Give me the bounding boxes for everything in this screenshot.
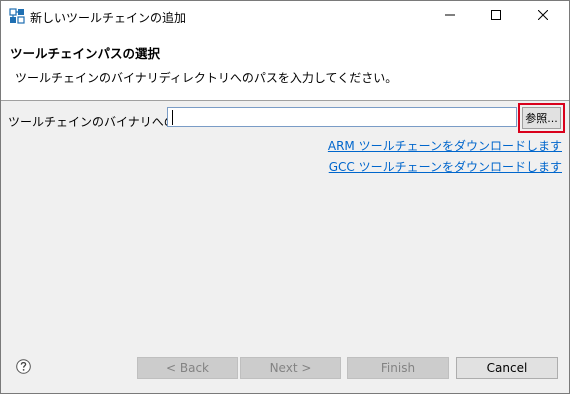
minimize-icon [445, 9, 455, 23]
page-description: ツールチェインのバイナリディレクトリへのパスを入力してください。 [15, 71, 398, 85]
text-caret [172, 110, 173, 125]
gcc-download-link[interactable]: GCC ツールチェーンをダウンロードします [329, 158, 562, 175]
cancel-button[interactable]: Cancel [456, 357, 558, 379]
window-title: 新しいツールチェインの追加 [30, 11, 187, 25]
close-icon [537, 9, 549, 23]
add-toolchain-dialog: 新しいツールチェインの追加 ツールチェインパスの選択 ツールチェインのバイナリデ… [0, 0, 570, 394]
finish-button[interactable]: Finish [347, 357, 449, 379]
browse-button[interactable]: 参照... [522, 107, 561, 129]
title-bar: 新しいツールチェインの追加 [1, 1, 569, 31]
toolchain-app-icon [9, 8, 25, 24]
maximize-icon [491, 9, 501, 23]
close-button[interactable] [520, 1, 566, 31]
next-button[interactable]: Next > [240, 357, 341, 379]
toolchain-path-input[interactable] [167, 107, 517, 127]
minimize-button[interactable] [427, 1, 473, 31]
page-title: ツールチェインパスの選択 [10, 46, 161, 61]
maximize-button[interactable] [473, 1, 519, 31]
arm-download-link[interactable]: ARM ツールチェーンをダウンロードします [328, 137, 562, 154]
help-question-icon[interactable] [16, 359, 31, 374]
header-banner: ツールチェインパスの選択 ツールチェインのバイナリディレクトリへのパスを入力して… [1, 31, 569, 101]
back-button[interactable]: < Back [137, 357, 238, 379]
